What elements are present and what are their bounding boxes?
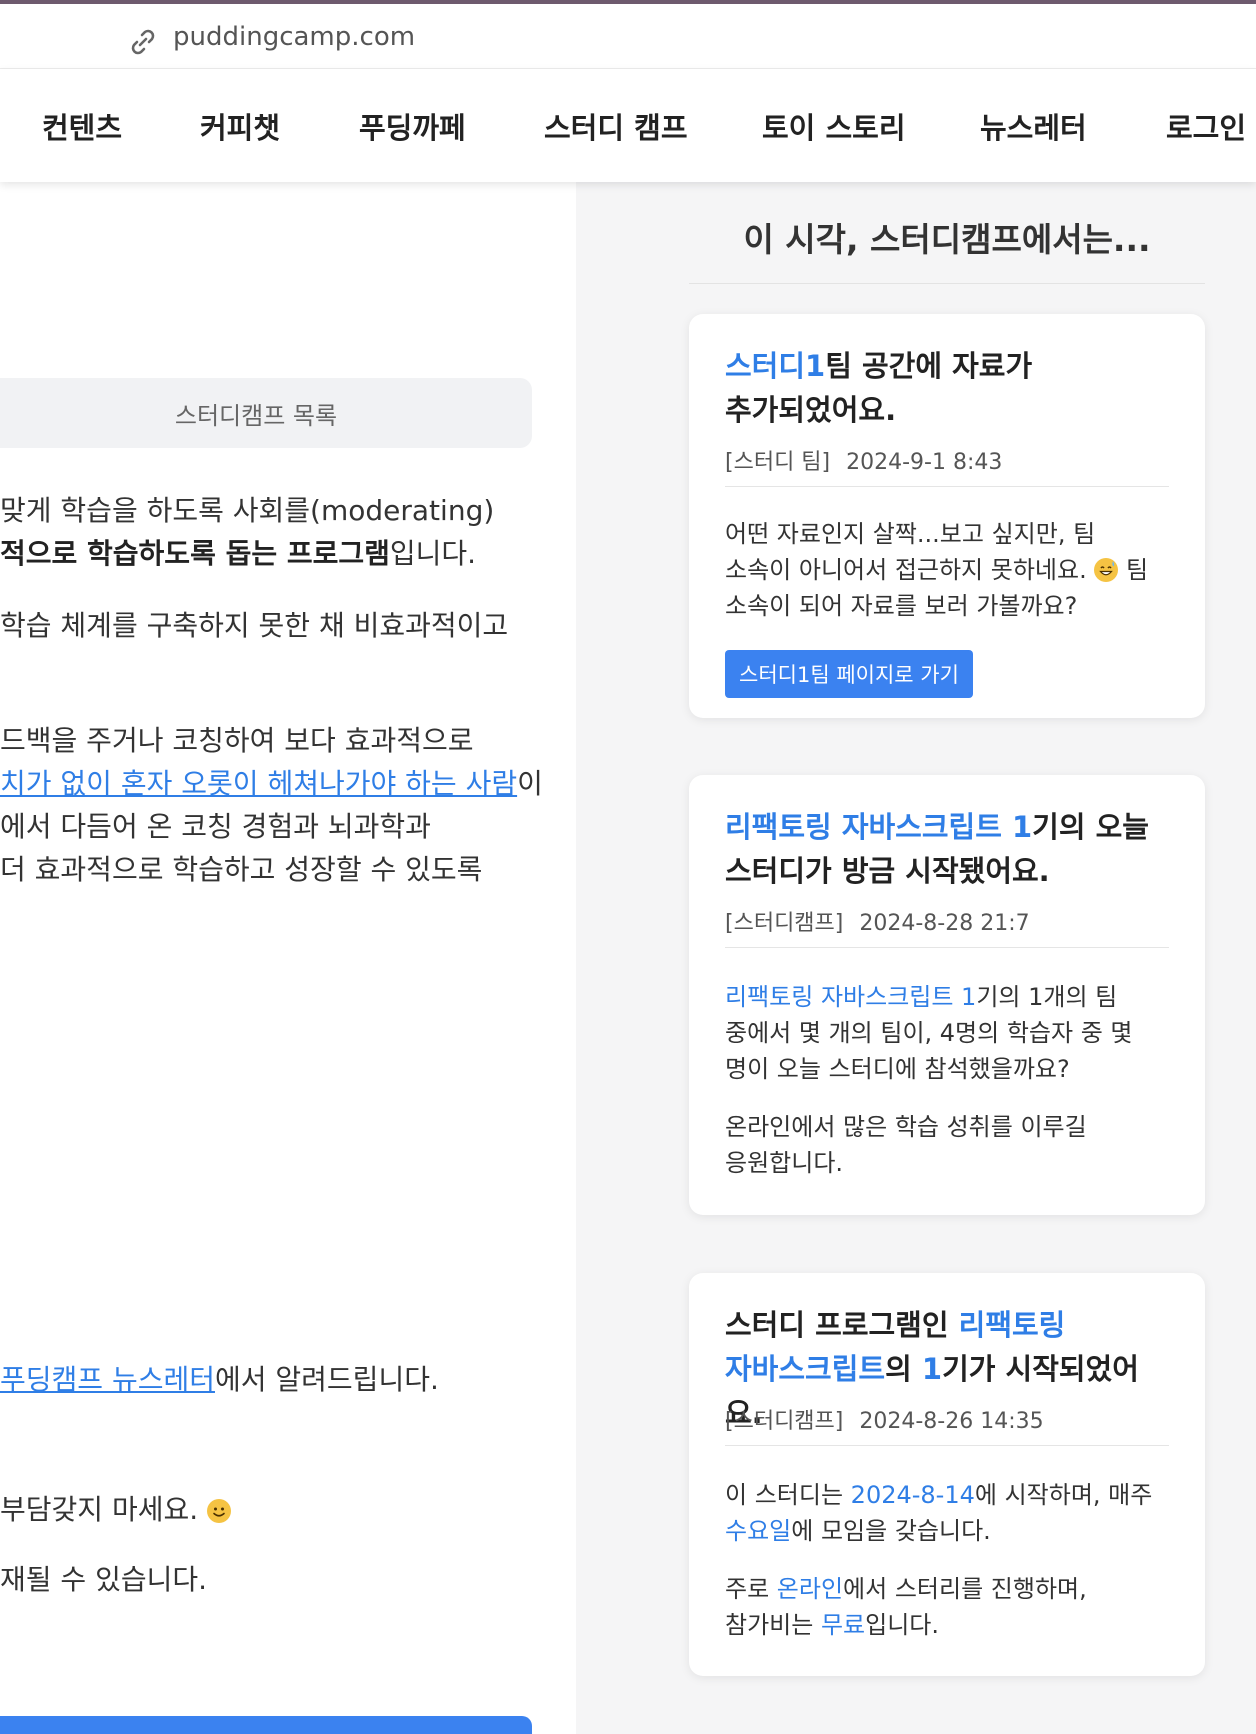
card-meta: [스터디 팀] 2024-9-1 8:43 (725, 444, 1169, 476)
address-bar[interactable]: puddingcamp.com (0, 4, 1256, 69)
fee-link[interactable]: 무료 (821, 1611, 865, 1639)
card-action: 스터디1팀 페이지로 가기 (725, 650, 1169, 698)
meeting-day-link[interactable]: 수요일 (725, 1517, 791, 1545)
body-line: 리팩토링 자바스크립트 1기의 1개의 팀 (725, 979, 1169, 1015)
text: 팀 (1118, 556, 1149, 584)
sidebar-divider (689, 283, 1205, 284)
text: 입니다. (865, 1611, 939, 1639)
top-navigation: 컨텐츠 커피챗 푸딩까페 스터디 캠프 토이 스토리 뉴스레터 로그인 (0, 69, 1256, 182)
body-line: 수요일에 모임을 갖습니다. (725, 1513, 1169, 1549)
card-title: 스터디1팀 공간에 자료가 추가되었어요. (725, 344, 1169, 432)
card-body: 온라인에서 많은 학습 성취를 이루길 응원합니다. (725, 1109, 1169, 1181)
text: 추가되었어요. (725, 393, 897, 427)
card-body: 어떤 자료인지 살짝...보고 싶지만, 팀 소속이 아니어서 접근하지 못하네… (725, 516, 1169, 624)
apply-button[interactable] (0, 1716, 532, 1734)
paragraph-coaching: 드백을 주거나 코칭하여 보다 효과적으로 치가 없이 혼자 오롯이 헤쳐나가야… (0, 719, 543, 891)
card-body: 리팩토링 자바스크립트 1기의 1개의 팀 중에서 몇 개의 팀이, 4명의 학… (725, 979, 1169, 1087)
paragraph-line: 더 효과적으로 학습하고 성장할 수 있도록 (0, 853, 483, 886)
paragraph-line: 드백을 주거나 코칭하여 보다 효과적으로 (0, 724, 474, 757)
activity-card: 리팩토링 자바스크립트 1기의 오늘 스터디가 방금 시작됐어요. [스터디캠프… (689, 775, 1205, 1215)
text: 소속이 아니어서 접근하지 못하네요. (725, 556, 1095, 584)
card-meta: [스터디캠프] 2024-8-28 21:7 (725, 905, 1169, 937)
body-line: 이 스터디는 2024-8-14에 시작하며, 매주 (725, 1477, 1169, 1513)
card-title: 리팩토링 자바스크립트 1기의 오늘 스터디가 방금 시작됐어요. (725, 805, 1169, 893)
card-meta: [스터디캠프] 2024-8-26 14:35 (725, 1403, 1169, 1435)
text: 스터디가 방금 시작됐어요. (725, 854, 1050, 888)
start-date-link[interactable]: 2024-8-14 (851, 1481, 975, 1509)
nav-pudding-cafe[interactable]: 푸딩까페 (359, 105, 466, 147)
body-line: 명이 오늘 스터디에 참석했을까요? (725, 1055, 1070, 1083)
body-line: 중에서 몇 개의 팀이, 4명의 학습자 중 몇 (725, 1019, 1133, 1047)
paragraph-line: 치가 없이 혼자 오롯이 헤쳐나가야 하는 사람이 (0, 762, 543, 805)
text: 에 모임을 갖습니다. (791, 1517, 991, 1545)
solo-learner-link[interactable]: 치가 없이 혼자 오롯이 헤쳐나가야 하는 사람 (0, 767, 517, 800)
paragraph-problem: 학습 체계를 구축하지 못한 채 비효과적이고 (0, 609, 509, 642)
text: 참가비는 (725, 1611, 821, 1639)
text: 기의 1개의 팀 (976, 983, 1118, 1011)
card-date: 2024-8-28 21:7 (859, 911, 1030, 936)
card-tag: [스터디캠프] (725, 1409, 844, 1434)
nav-newsletter[interactable]: 뉴스레터 (980, 105, 1087, 147)
paragraph-line: 에서 다듬어 온 코칭 경험과 뇌과학과 (0, 810, 431, 843)
text: 스터디 프로그램인 (725, 1308, 959, 1342)
study-link[interactable]: 리팩토링 자바스크립트 1 (725, 810, 1032, 844)
text: 이 스터디는 (725, 1481, 851, 1509)
body-line: 어떤 자료인지 살짝...보고 싶지만, 팀 (725, 520, 1096, 548)
nav-coffee-chat[interactable]: 커피챗 (200, 105, 280, 147)
paragraph-notice: 재될 수 있습니다. (0, 1563, 208, 1596)
body-line: 소속이 되어 자료를 보러 가볼까요? (725, 592, 1078, 620)
text: 주로 (725, 1575, 777, 1603)
main-content: 스터디캠프 목록 맞게 학습을 하도록 사회를(moderating) 적으로 … (0, 182, 576, 1734)
sweat-smile-emoji-icon (1094, 558, 1119, 582)
card-tag: [스터디캠프] (725, 911, 844, 936)
activity-card: 스터디 프로그램인 리팩토링 자바스크립트의 1기가 시작되었어요. [스터디캠… (689, 1273, 1205, 1676)
paragraph-line: 맞게 학습을 하도록 사회를(moderating) (0, 494, 495, 527)
paragraph-newsletter: 푸딩캠프 뉴스레터에서 알려드립니다. (0, 1358, 439, 1401)
card-divider (725, 1445, 1169, 1446)
smile-emoji-icon (207, 1499, 232, 1523)
nav-contents[interactable]: 컨텐츠 (42, 105, 122, 147)
nav-login[interactable]: 로그인 (1166, 105, 1246, 147)
paragraph-line: 적으로 학습하도록 돕는 프로그램입니다. (0, 532, 494, 575)
nav-toy-story[interactable]: 토이 스토리 (762, 105, 906, 147)
card-divider (725, 947, 1169, 948)
text: 에 시작하며, 매주 (974, 1481, 1153, 1509)
card-tag: [스터디 팀] (725, 450, 831, 475)
card-body: 이 스터디는 2024-8-14에 시작하며, 매주 수요일에 모임을 갖습니다… (725, 1477, 1169, 1549)
cohort-link[interactable]: 1 (922, 1352, 942, 1386)
paragraph-no-burden: 부담갖지 마세요. (0, 1488, 232, 1531)
study-link[interactable]: 리팩토링 자바스크립트 1 (725, 983, 976, 1011)
activity-card: 스터디1팀 공간에 자료가 추가되었어요. [스터디 팀] 2024-9-1 8:… (689, 314, 1205, 718)
team-link[interactable]: 스터디1 (725, 349, 825, 383)
text: 입니다. (389, 537, 477, 570)
link-icon (127, 26, 159, 58)
text: 부담갖지 마세요. (0, 1493, 208, 1526)
body-line: 온라인에서 많은 학습 성취를 이루길 (725, 1113, 1087, 1141)
text: 기의 오늘 (1032, 810, 1149, 844)
go-to-team-page-button[interactable]: 스터디1팀 페이지로 가기 (725, 650, 973, 698)
text: 이 (517, 767, 543, 800)
body-line: 응원합니다. (725, 1149, 844, 1177)
newsletter-link[interactable]: 푸딩캠프 뉴스레터 (0, 1363, 215, 1396)
url-text: puddingcamp.com (173, 22, 416, 52)
body-line: 소속이 아니어서 접근하지 못하네요. 팀 (725, 552, 1169, 588)
card-date: 2024-8-26 14:35 (859, 1409, 1044, 1434)
body-line: 참가비는 무료입니다. (725, 1607, 1169, 1643)
study-camp-list-button[interactable]: 스터디캠프 목록 (0, 378, 532, 448)
study-link[interactable]: 자바스크립트 (725, 1352, 885, 1386)
sidebar-title: 이 시각, 스터디캠프에서는... (743, 220, 1151, 259)
text: 팀 공간에 자료가 (825, 349, 1033, 383)
text: 에서 알려드립니다. (214, 1363, 439, 1396)
card-body: 주로 온라인에서 스터리를 진행하며, 참가비는 무료입니다. (725, 1571, 1169, 1643)
card-date: 2024-9-1 8:43 (846, 450, 1003, 475)
text: 의 (885, 1352, 922, 1386)
card-divider (725, 486, 1169, 487)
bold-text: 적으로 학습하도록 돕는 프로그램 (0, 537, 390, 570)
study-link[interactable]: 리팩토링 (959, 1308, 1066, 1342)
nav-study-camp[interactable]: 스터디 캠프 (544, 105, 688, 147)
body-line: 주로 온라인에서 스터리를 진행하며, (725, 1571, 1169, 1607)
paragraph-intro: 맞게 학습을 하도록 사회를(moderating) 적으로 학습하도록 돕는 … (0, 489, 494, 575)
text: 에서 스터리를 진행하며, (843, 1575, 1087, 1603)
online-link[interactable]: 온라인 (777, 1575, 843, 1603)
